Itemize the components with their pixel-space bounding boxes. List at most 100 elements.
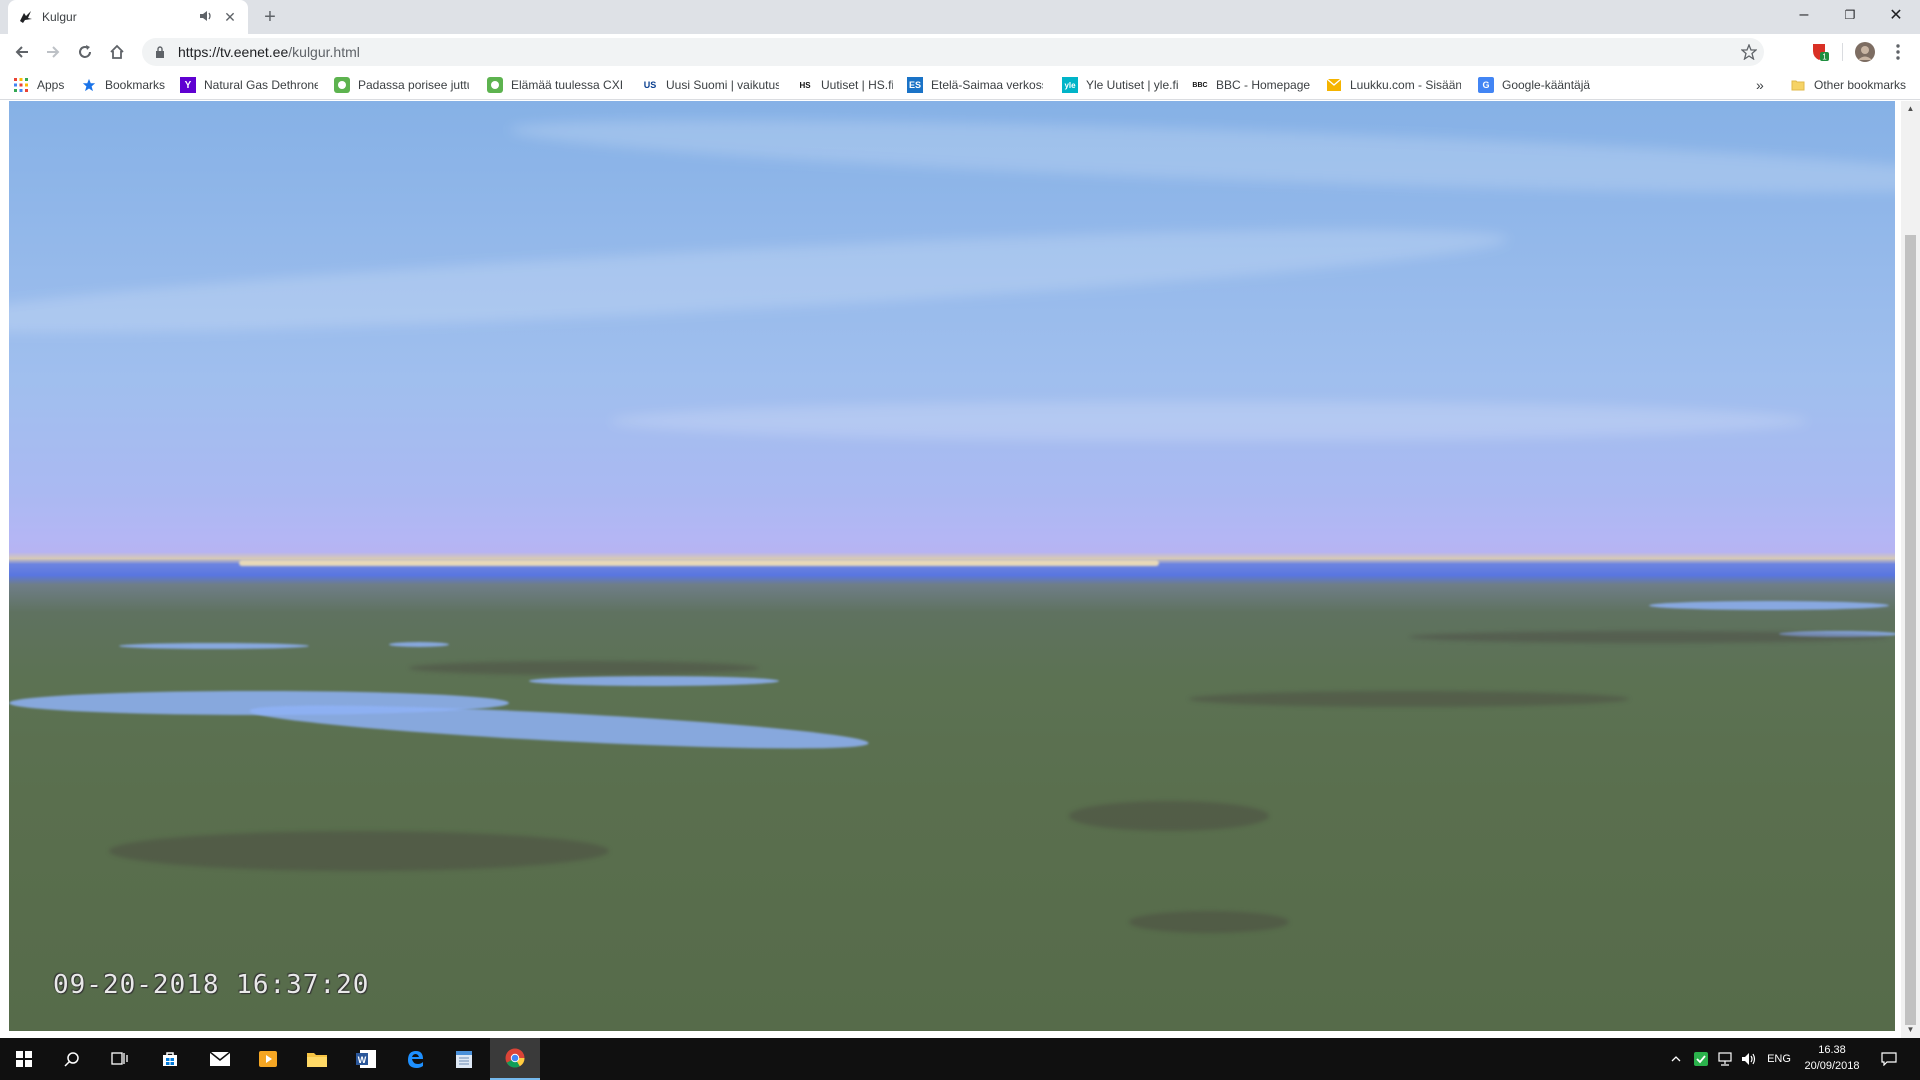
page-content: 09-20-2018 16:37:20 ▲ ▼ <box>0 101 1920 1038</box>
tray-network-icon[interactable] <box>1714 1038 1736 1080</box>
es-icon: ES <box>907 77 923 93</box>
tab-title: Kulgur <box>42 10 77 24</box>
clock-date: 20/09/2018 <box>1804 1060 1860 1072</box>
task-view-button[interactable] <box>96 1038 144 1080</box>
search-icon <box>64 1052 79 1067</box>
svg-text:W: W <box>358 1055 367 1065</box>
green-square-icon <box>334 77 350 93</box>
bookmark-etela-saimaa[interactable]: ES Etelä-Saimaa verkoss <box>907 76 1043 94</box>
bookmark-bookmarks[interactable]: Bookmarks <box>81 76 173 94</box>
address-bar[interactable]: https://tv.eenet.ee/kulgur.html <box>142 38 1764 66</box>
bookmark-uusi-suomi[interactable]: US Uusi Suomi | vaikutus <box>642 76 779 94</box>
close-window-button[interactable]: ✕ <box>1873 0 1919 30</box>
folder-icon <box>307 1053 327 1067</box>
home-button[interactable] <box>105 40 129 64</box>
language-indicator[interactable]: ENG <box>1764 1038 1794 1080</box>
back-button[interactable] <box>10 40 34 64</box>
restore-icon: ❐ <box>1844 8 1856 22</box>
bookmarks-bar: Apps Bookmarks Y Natural Gas Dethrone Pa… <box>0 70 1920 100</box>
action-center-button[interactable] <box>1874 1038 1904 1080</box>
green-square-icon <box>487 77 503 93</box>
restore-button[interactable]: ❐ <box>1827 0 1873 30</box>
bookmark-bbc[interactable]: BBC BBC - Homepage <box>1192 76 1310 94</box>
scroll-up-arrow-icon[interactable]: ▲ <box>1901 101 1920 117</box>
reload-icon <box>79 45 91 58</box>
bookmark-label: Google-kääntäjä <box>1502 78 1591 92</box>
forward-button[interactable] <box>41 40 65 64</box>
bookmark-label: Natural Gas Dethrone <box>204 78 318 92</box>
url-path: /kulgur.html <box>288 44 360 60</box>
bookmark-luukku[interactable]: Luukku.com - Sisäänk <box>1326 76 1461 94</box>
grass-tuft <box>1069 801 1269 831</box>
water-channel <box>119 643 309 649</box>
taskbar-notepad[interactable] <box>440 1038 488 1080</box>
bookmark-apps[interactable]: Apps <box>13 76 71 94</box>
bookmark-elamaa[interactable]: Elämää tuulessa CXIII <box>487 76 623 94</box>
taskbar-word[interactable]: W <box>342 1038 390 1080</box>
chrome-icon <box>505 1048 525 1068</box>
cloud-streak <box>508 104 1895 208</box>
other-bookmarks-folder[interactable]: Other bookmarks <box>1790 76 1915 94</box>
chrome-menu-icon[interactable] <box>1888 42 1908 62</box>
folder-icon <box>1790 77 1806 93</box>
reload-button[interactable] <box>73 40 97 64</box>
cloud-streak <box>9 209 1510 353</box>
speaker-icon[interactable] <box>198 10 214 25</box>
browser-toolbar: https://tv.eenet.ee/kulgur.html 1 <box>0 34 1920 70</box>
bookmark-label: Padassa porisee juttu <box>358 78 469 92</box>
bbc-icon: BBC <box>1192 81 1208 89</box>
bookmark-padassa[interactable]: Padassa porisee juttu <box>334 76 469 94</box>
search-button[interactable] <box>48 1038 96 1080</box>
bookmark-label: Luukku.com - Sisäänk <box>1350 78 1461 92</box>
tab-close-icon[interactable]: ✕ <box>222 9 238 26</box>
bookmark-label: Other bookmarks <box>1814 78 1907 92</box>
clock-time: 16.38 <box>1818 1044 1846 1056</box>
minimize-button[interactable]: – <box>1781 0 1827 30</box>
grass-tuft <box>1409 631 1889 643</box>
taskbar-file-explorer[interactable] <box>293 1038 341 1080</box>
webcam-stream-image[interactable]: 09-20-2018 16:37:20 <box>9 101 1895 1031</box>
bookmarks-overflow-button[interactable]: » <box>1756 76 1770 94</box>
taskbar-mail[interactable] <box>196 1038 244 1080</box>
task-view-icon <box>111 1052 128 1065</box>
sand-bar <box>239 560 1159 566</box>
notification-icon <box>1881 1052 1897 1066</box>
scrollbar-thumb[interactable] <box>1905 235 1916 1025</box>
taskbar-store[interactable] <box>146 1038 194 1080</box>
start-button[interactable] <box>0 1038 48 1080</box>
google-translate-icon: G <box>1478 77 1494 93</box>
bookmark-label: Etelä-Saimaa verkoss <box>931 78 1043 92</box>
camera-timestamp: 09-20-2018 16:37:20 <box>53 970 370 1000</box>
taskbar-chrome[interactable] <box>490 1038 540 1080</box>
profile-avatar[interactable] <box>1855 42 1875 62</box>
bookmark-natural-gas[interactable]: Y Natural Gas Dethrone <box>180 76 318 94</box>
show-hidden-icons-button[interactable] <box>1666 1038 1686 1080</box>
language-label: ENG <box>1767 1053 1791 1065</box>
word-icon: W <box>356 1050 376 1068</box>
new-tab-button[interactable]: + <box>258 5 282 29</box>
vertical-scrollbar[interactable]: ▲ ▼ <box>1901 101 1920 1038</box>
close-icon: ✕ <box>1889 7 1903 24</box>
bookmark-google-translate[interactable]: G Google-kääntäjä <box>1478 76 1598 94</box>
minimize-icon: – <box>1799 6 1809 23</box>
bookmark-hs[interactable]: HS Uutiset | HS.fi <box>797 76 893 94</box>
taskbar-clock[interactable]: 16.38 20/09/2018 <box>1800 1042 1864 1074</box>
bookmark-label: Uutiset | HS.fi <box>821 78 893 92</box>
bookmark-star-icon[interactable] <box>1740 43 1758 61</box>
taskbar-media-player[interactable] <box>244 1038 292 1080</box>
tray-security-icon[interactable] <box>1690 1038 1712 1080</box>
scroll-down-arrow-icon[interactable]: ▼ <box>1901 1022 1920 1038</box>
windows-logo-icon <box>16 1051 32 1067</box>
bookmark-label: Apps <box>37 78 65 92</box>
forward-arrow-icon <box>47 46 60 58</box>
bookmark-yle[interactable]: yle Yle Uutiset | yle.fi <box>1062 76 1182 94</box>
bookmark-label: Yle Uutiset | yle.fi <box>1086 78 1179 92</box>
grass-tuft <box>1129 911 1289 933</box>
tray-volume-icon[interactable] <box>1738 1038 1760 1080</box>
extension-shield-icon[interactable]: 1 <box>1810 42 1830 62</box>
store-bag-icon <box>163 1052 177 1066</box>
water-channel <box>529 676 779 686</box>
taskbar-edge[interactable] <box>391 1038 439 1080</box>
tab-kulgur[interactable]: Kulgur ✕ <box>8 0 248 34</box>
luukku-icon <box>1326 77 1342 93</box>
